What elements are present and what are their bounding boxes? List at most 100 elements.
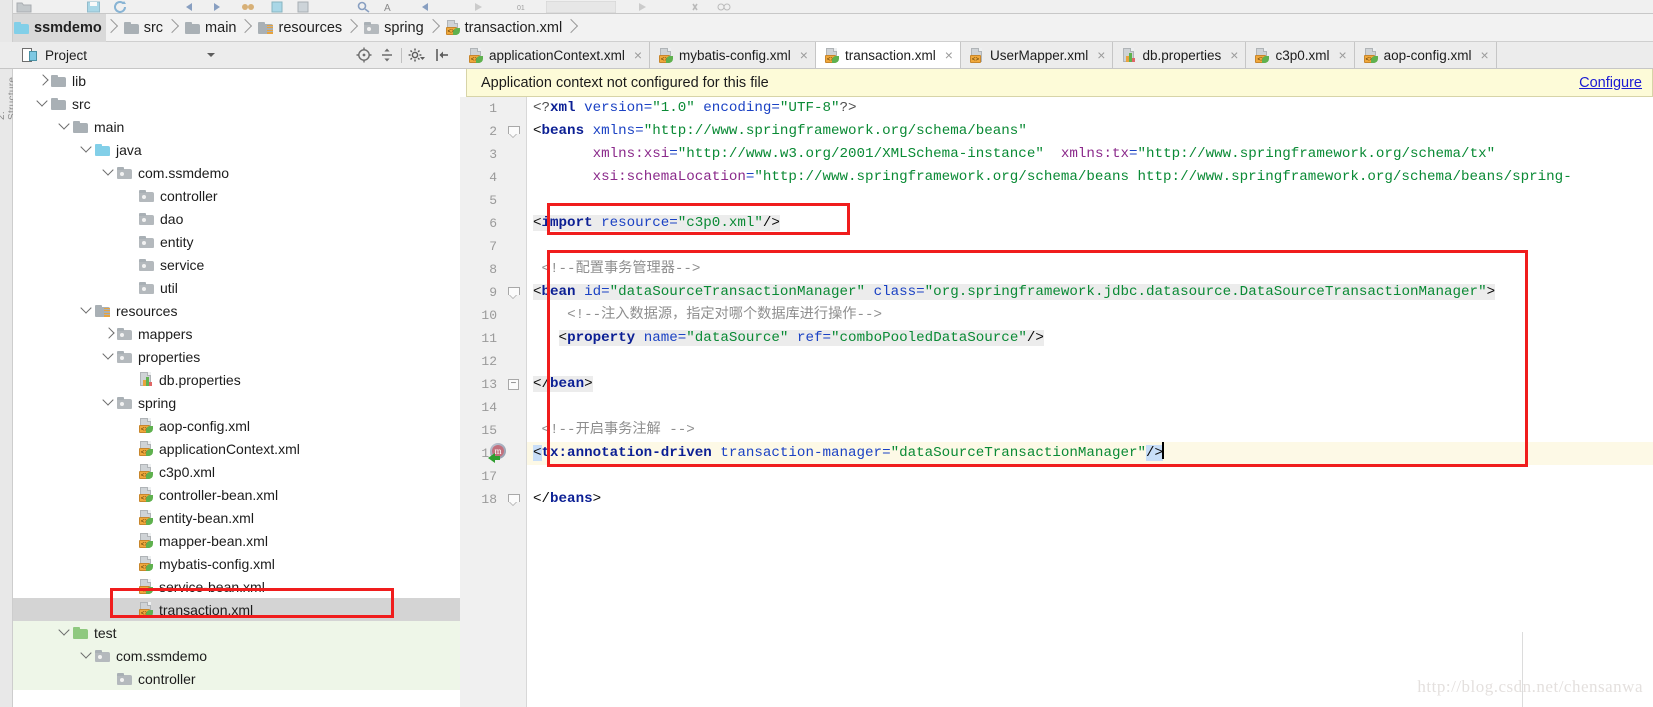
- editor-tab[interactable]: <> c3p0.xml ×: [1246, 42, 1355, 68]
- close-icon[interactable]: ×: [1338, 48, 1346, 62]
- debug-icon[interactable]: [634, 0, 650, 12]
- tree-node-spring[interactable]: spring: [13, 391, 460, 414]
- import-tag: import: [541, 215, 593, 231]
- find-icon[interactable]: [356, 0, 372, 13]
- chevron-down-icon[interactable]: [101, 391, 117, 414]
- package-folder-icon: [139, 189, 154, 202]
- close-icon[interactable]: ×: [945, 48, 953, 62]
- tree-node-label: dao: [160, 210, 184, 227]
- editor-tab[interactable]: <> transaction.xml ×: [815, 42, 961, 68]
- tree-node-resources[interactable]: resources: [13, 299, 460, 322]
- run-config-dropdown[interactable]: [545, 0, 617, 13]
- tree-node-db-properties[interactable]: db.properties: [13, 368, 460, 391]
- settings-gear-icon[interactable]: [407, 46, 425, 64]
- copy-icon[interactable]: [240, 0, 256, 12]
- chevron-down-icon[interactable]: [35, 92, 51, 115]
- breadcrumb-item-spring[interactable]: spring: [358, 14, 428, 42]
- chevron-right-icon[interactable]: [35, 69, 51, 92]
- code-fold-marker[interactable]: [508, 494, 520, 505]
- tree-node-controller-bean-xml[interactable]: <> controller-bean.xml: [13, 483, 460, 506]
- tree-node-util[interactable]: util: [13, 276, 460, 299]
- editor-tab[interactable]: <> aop-config.xml ×: [1354, 42, 1497, 68]
- cut-icon[interactable]: [296, 0, 312, 13]
- close-icon[interactable]: ×: [1230, 48, 1238, 62]
- close-icon[interactable]: ×: [1097, 48, 1105, 62]
- scroll-from-source-icon[interactable]: [355, 46, 373, 64]
- chevron-down-icon[interactable]: [57, 621, 73, 644]
- editor-tab[interactable]: <> UserMapper.xml ×: [960, 42, 1114, 68]
- import-close: />: [762, 215, 780, 231]
- tree-node-mybatis-config-xml[interactable]: <> mybatis-config.xml: [13, 552, 460, 575]
- editor-tab[interactable]: <> applicationContext.xml ×: [460, 42, 651, 68]
- replace-icon[interactable]: A: [382, 0, 398, 13]
- tree-node-java[interactable]: java: [13, 138, 460, 161]
- tree-node-service-bean-xml[interactable]: <> service-bean.xml: [13, 575, 460, 598]
- line-number: 15: [481, 423, 497, 438]
- spring-bean-gutter-icon[interactable]: m: [488, 443, 508, 463]
- breadcrumb-item-transaction-xml[interactable]: <> transaction.xml: [440, 14, 567, 42]
- save-all-icon[interactable]: [86, 0, 102, 13]
- close-icon[interactable]: ×: [800, 48, 808, 62]
- editor-tab[interactable]: db.properties ×: [1113, 42, 1247, 68]
- chevron-down-icon[interactable]: [101, 345, 117, 368]
- profile-icon[interactable]: [716, 0, 732, 12]
- property-name-value: "dataSource": [686, 330, 789, 346]
- notification-message: Application context not configured for t…: [481, 74, 769, 91]
- configure-link[interactable]: Configure: [1579, 75, 1642, 91]
- coverage-icon[interactable]: [690, 0, 706, 12]
- tree-node-lib[interactable]: lib: [13, 69, 460, 92]
- tree-node-aop-config-xml[interactable]: <> aop-config.xml: [13, 414, 460, 437]
- tree-node-controller[interactable]: controller: [13, 667, 460, 690]
- back-icon[interactable]: [418, 0, 434, 12]
- chevron-down-icon[interactable]: [79, 299, 95, 322]
- close-icon[interactable]: ×: [634, 48, 642, 62]
- paste-icon[interactable]: [270, 0, 286, 13]
- code-content[interactable]: <?xml version="1.0" encoding="UTF-8"?> <…: [527, 97, 1653, 707]
- tree-node-controller[interactable]: controller: [13, 184, 460, 207]
- tree-node-entity-bean-xml[interactable]: <> entity-bean.xml: [13, 506, 460, 529]
- close-icon[interactable]: ×: [1480, 48, 1488, 62]
- editor-gutter[interactable]: 1 2 3 4 5 6 7 8 9 10 11 12 13 14 15 16 17 18− m: [460, 97, 527, 707]
- tree-node-test[interactable]: test: [13, 621, 460, 644]
- run-config-selector[interactable]: 01: [516, 0, 532, 12]
- tree-node-com-ssmdemo[interactable]: com.ssmdemo: [13, 644, 460, 667]
- breadcrumb-item-src[interactable]: src: [118, 14, 167, 42]
- run-icon[interactable]: [470, 0, 486, 12]
- breadcrumb-item-main[interactable]: main: [179, 14, 240, 42]
- open-icon[interactable]: [16, 0, 32, 13]
- tree-node-dao[interactable]: dao: [13, 207, 460, 230]
- tree-node-c3p0-xml[interactable]: <> c3p0.xml: [13, 460, 460, 483]
- breadcrumb-item-ssmdemo[interactable]: ssmdemo: [4, 13, 106, 42]
- chevron-down-icon[interactable]: [101, 161, 117, 184]
- undo-icon[interactable]: [182, 0, 198, 12]
- redo-icon[interactable]: [208, 0, 224, 12]
- chevron-down-icon[interactable]: [202, 46, 220, 64]
- tree-node-com-ssmdemo[interactable]: com.ssmdemo: [13, 161, 460, 184]
- editor-tab[interactable]: <> mybatis-config.xml ×: [650, 42, 816, 68]
- chevron-right-icon[interactable]: [101, 322, 117, 345]
- code-fold-marker[interactable]: [508, 287, 520, 298]
- tree-node-service[interactable]: service: [13, 253, 460, 276]
- hide-panel-icon[interactable]: [434, 46, 452, 64]
- project-tree[interactable]: lib src main java com.ssmdemo controller dao en…: [13, 69, 460, 707]
- tree-node-mappers[interactable]: mappers: [13, 322, 460, 345]
- tree-node-main[interactable]: main: [13, 115, 460, 138]
- tree-node-mapper-bean-xml[interactable]: <> mapper-bean.xml: [13, 529, 460, 552]
- chevron-down-icon[interactable]: [79, 138, 95, 161]
- tree-node-applicationcontext-xml[interactable]: <> applicationContext.xml: [13, 437, 460, 460]
- tree-node-properties[interactable]: properties: [13, 345, 460, 368]
- sync-refresh-icon[interactable]: [112, 0, 128, 13]
- tree-node-src[interactable]: src: [13, 92, 460, 115]
- collapse-all-icon[interactable]: [378, 46, 396, 64]
- chevron-down-icon[interactable]: [79, 644, 95, 667]
- chevron-down-icon[interactable]: [57, 115, 73, 138]
- tree-node-transaction-xml[interactable]: <> transaction.xml: [13, 598, 460, 621]
- breadcrumb-item-resources[interactable]: resources: [252, 14, 346, 42]
- tree-node-entity[interactable]: entity: [13, 230, 460, 253]
- code-fold-marker[interactable]: [508, 126, 520, 137]
- code-fold-marker[interactable]: −: [508, 379, 519, 390]
